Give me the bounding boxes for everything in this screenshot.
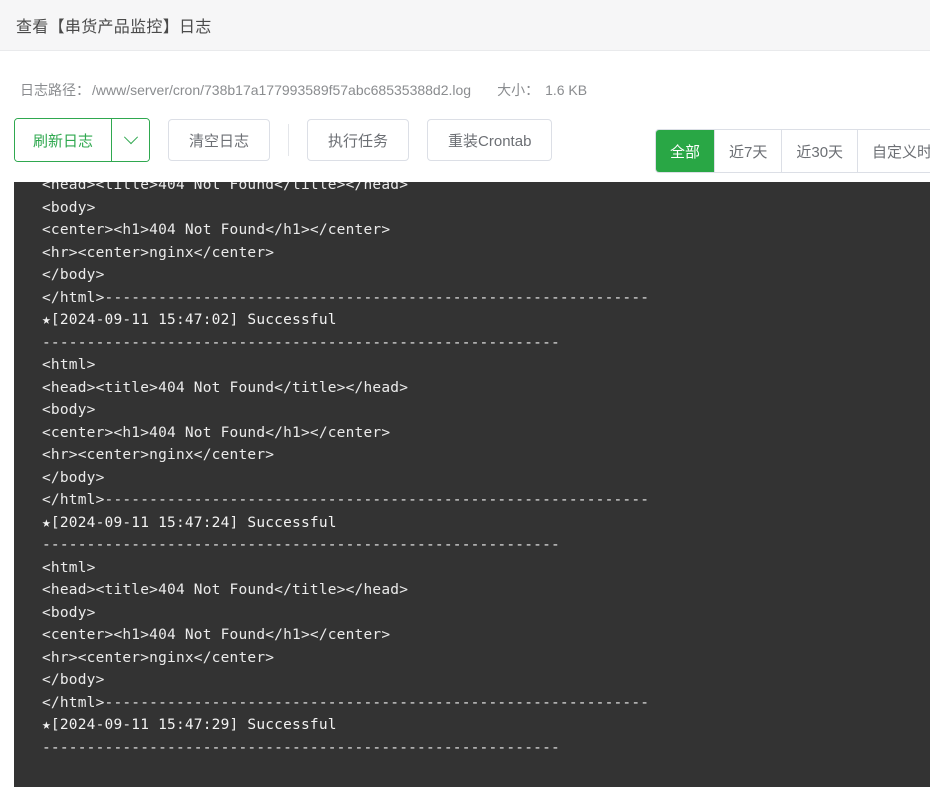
log-line: <head><title>404 Not Found</title></head… <box>42 379 409 396</box>
range-filter-30days[interactable]: 近30天 <box>781 130 858 172</box>
log-line: <hr><center>nginx</center> <box>42 244 275 261</box>
date-range-filter: 全部 近7天 近30天 自定义时间 <box>655 129 930 173</box>
log-size-value: 1.6 KB <box>545 82 588 98</box>
log-output-panel[interactable]: <head><title>404 Not Found</title></head… <box>14 182 930 787</box>
log-path-value: /www/server/cron/738b17a177993589f57abc6… <box>92 82 472 98</box>
log-size-label: 大小： <box>497 82 540 98</box>
log-line: <head><title>404 Not Found</title></head… <box>42 582 409 598</box>
log-line: </body> <box>42 267 105 283</box>
chevron-down-icon <box>123 130 138 145</box>
clear-log-button[interactable]: 清空日志 <box>168 119 271 161</box>
log-line: <center><h1>404 Not Found</h1></center> <box>42 627 391 643</box>
run-task-button[interactable]: 执行任务 <box>307 119 410 161</box>
log-line: <html> <box>42 357 96 373</box>
log-line: ★[2024-09-11 15:47:29] Successful <box>42 717 337 733</box>
toolbar-divider <box>288 124 290 156</box>
refresh-log-dropdown-button[interactable] <box>111 119 150 161</box>
log-content: <head><title>404 Not Found</title></head… <box>14 182 930 759</box>
range-filter-custom[interactable]: 自定义时间 <box>857 130 930 172</box>
log-line: ----------------------------------------… <box>42 334 560 351</box>
range-filter-7days[interactable]: 近7天 <box>714 130 782 172</box>
log-info-row: 日志路径： /www/server/cron/738b17a177993589f… <box>0 65 930 115</box>
log-line: <center><h1>404 Not Found</h1></center> <box>42 424 391 441</box>
page-title: 查看【串货产品监控】日志 <box>16 19 212 36</box>
log-line: ----------------------------------------… <box>42 537 560 553</box>
log-line: </html>---------------------------------… <box>42 289 650 306</box>
log-line: <body> <box>42 199 96 216</box>
log-line: <body> <box>42 402 96 418</box>
dialog-header: 查看【串货产品监控】日志 <box>0 0 930 51</box>
log-line: <body> <box>42 604 96 621</box>
log-line: ----------------------------------------… <box>42 739 560 756</box>
range-filter-all[interactable]: 全部 <box>656 130 715 172</box>
log-line: </html>---------------------------------… <box>42 694 650 711</box>
refresh-log-split-button[interactable]: 刷新日志 <box>14 118 151 162</box>
refresh-log-button[interactable]: 刷新日志 <box>15 119 112 161</box>
log-line: <center><h1>404 Not Found</h1></center> <box>42 222 391 238</box>
log-line: </body> <box>42 469 105 486</box>
log-line: </html>---------------------------------… <box>42 492 650 508</box>
log-line: ★[2024-09-11 15:47:24] Successful <box>42 514 337 531</box>
log-line: </body> <box>42 672 105 688</box>
log-line: <head><title>404 Not Found</title></head… <box>42 182 409 193</box>
reload-crontab-button[interactable]: 重装Crontab <box>427 119 553 161</box>
log-line: <hr><center>nginx</center> <box>42 447 275 463</box>
log-line: <hr><center>nginx</center> <box>42 649 275 666</box>
log-line: ★[2024-09-11 15:47:02] Successful <box>42 312 337 328</box>
log-line: <html> <box>42 559 96 576</box>
log-viewer-dialog: 查看【串货产品监控】日志 日志路径： /www/server/cron/738b… <box>0 0 930 803</box>
log-path-label: 日志路径： <box>20 82 90 98</box>
